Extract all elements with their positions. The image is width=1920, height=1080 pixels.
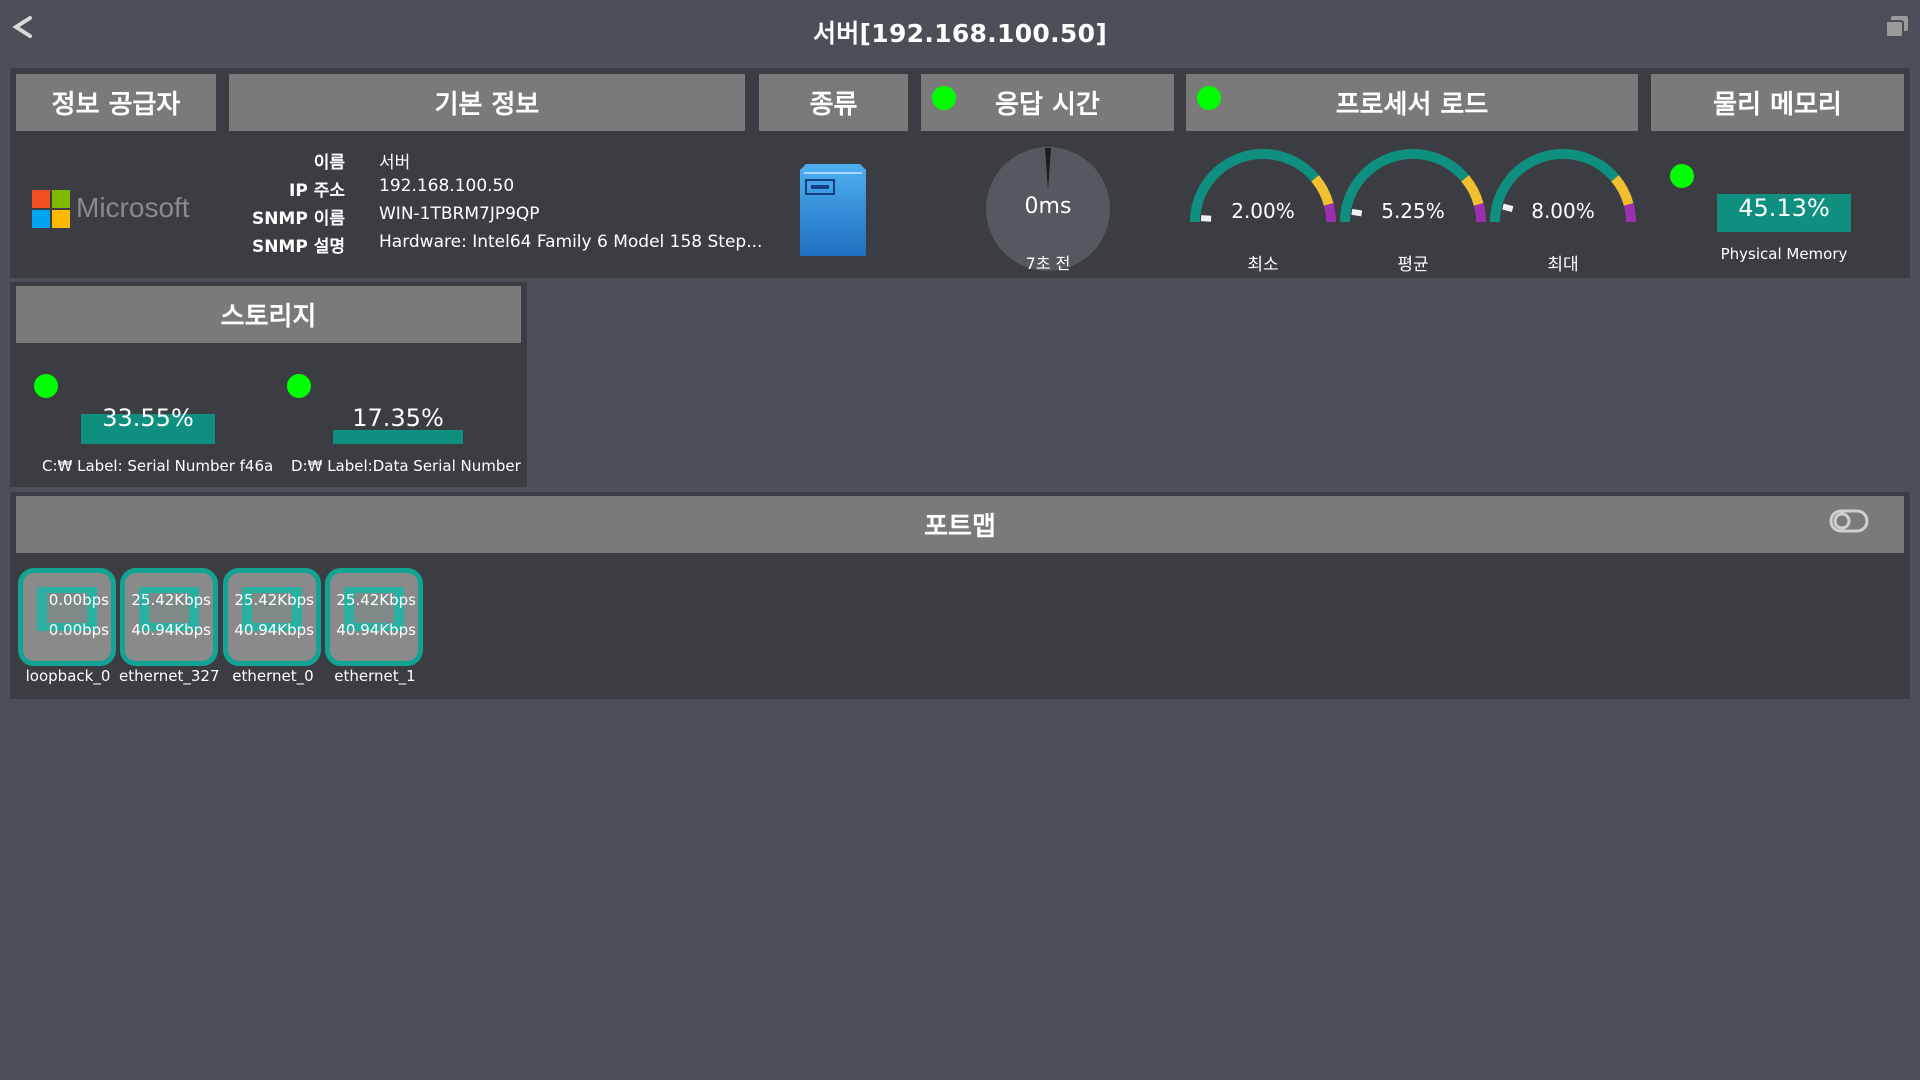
response-time-value: 0ms	[1024, 194, 1072, 219]
top-bar: 서버[192.168.100.50]	[0, 0, 1920, 62]
cpu-avg-value: 5.25%	[1381, 199, 1445, 223]
drive-c-usage-value: 33.55%	[102, 404, 194, 432]
microsoft-logo-text: Microsoft	[76, 192, 190, 223]
type-header: 종류	[759, 74, 908, 131]
drive-d-usage-value: 17.35%	[352, 404, 444, 432]
info-value: Hardware: Intel64 Family 6 Model 158 Ste…	[379, 232, 763, 252]
drive-d-label: D:₩ Label:Data Serial Number	[291, 457, 521, 475]
cpu-min-value: 2.00%	[1231, 199, 1295, 223]
drive-d-status-indicator	[287, 374, 311, 398]
provider-header-label: 정보 공급자	[51, 90, 181, 120]
basic-info-list: 이름 서버 IP 주소 192.168.100.50 SNMP 이름 WIN-1…	[215, 148, 762, 258]
storage-header: 스토리지	[16, 286, 521, 343]
physical-memory-header: 물리 메모리	[1651, 74, 1904, 131]
storage-header-label: 스토리지	[220, 302, 317, 332]
info-value: WIN-1TBRM7JP9QP	[379, 204, 540, 224]
type-header-label: 종류	[809, 90, 858, 120]
drive-c-status-indicator	[34, 374, 58, 398]
processor-load-header: 프로세서 로드	[1186, 74, 1638, 131]
microsoft-logo: Microsoft	[32, 190, 207, 230]
page-title: 서버[192.168.100.50]	[812, 19, 1108, 48]
info-key: IP 주소	[289, 181, 345, 201]
response-time-header: 응답 시간	[921, 74, 1174, 131]
port-ethernet-1[interactable]: 25.42Kbps 40.94Kbps	[325, 568, 423, 666]
port-rx: 25.42Kbps	[131, 591, 211, 609]
port-tx: 0.00bps	[48, 621, 109, 639]
cpu-max-label: 최대	[1547, 255, 1579, 275]
port-rx: 25.42Kbps	[336, 591, 416, 609]
port-map-toggle[interactable]	[1829, 508, 1869, 534]
memory-label: Physical Memory	[1720, 245, 1848, 263]
processor-status-indicator	[1197, 86, 1221, 110]
basic-info-header: 기본 정보	[229, 74, 745, 131]
port-name: loopback_0	[25, 667, 111, 685]
info-key: SNMP 이름	[251, 209, 345, 229]
port-ethernet-32768[interactable]: 25.42Kbps 40.94Kbps	[120, 568, 218, 666]
provider-header: 정보 공급자	[16, 74, 216, 131]
toggle-icon	[1829, 509, 1869, 533]
port-map-header: 포트맵	[16, 496, 1904, 553]
port-rx: 25.42Kbps	[234, 591, 314, 609]
info-value: 서버	[379, 153, 411, 173]
processor-load-header-label: 프로세서 로드	[1335, 90, 1489, 120]
response-time-header-label: 응답 시간	[995, 90, 1100, 120]
memory-usage-value: 45.13%	[1738, 194, 1830, 222]
drive-c-label: C:₩ Label: Serial Number f46a	[42, 457, 274, 475]
port-tx: 40.94Kbps	[131, 621, 211, 639]
server-icon	[800, 160, 866, 256]
port-name: ethernet_0	[232, 667, 314, 685]
port-name: ethernet_32768	[119, 667, 219, 685]
port-name: ethernet_1	[334, 667, 416, 685]
microsoft-logo-icon	[32, 190, 70, 228]
drive-d-usage-bar	[333, 430, 463, 444]
window-restore-button[interactable]	[1884, 14, 1910, 40]
port-ethernet-0[interactable]: 25.42Kbps 40.94Kbps	[223, 568, 321, 666]
port-map-header-label: 포트맵	[924, 512, 996, 542]
cpu-avg-label: 평균	[1397, 255, 1429, 275]
window-restore-icon	[1885, 16, 1908, 38]
basic-info-header-label: 기본 정보	[434, 90, 540, 120]
cpu-min-label: 최소	[1247, 255, 1279, 275]
physical-memory-header-label: 물리 메모리	[1713, 90, 1842, 120]
cpu-max-value: 8.00%	[1531, 199, 1595, 223]
info-value: 192.168.100.50	[379, 176, 515, 196]
port-tx: 40.94Kbps	[234, 621, 314, 639]
response-status-indicator	[932, 86, 956, 110]
port-rx: 0.00bps	[48, 591, 109, 609]
port-tx: 40.94Kbps	[336, 621, 416, 639]
response-time-ago: 7초 전	[1025, 254, 1071, 273]
memory-status-indicator	[1670, 164, 1694, 188]
port-loopback-0[interactable]: 0.00bps 0.00bps	[18, 568, 116, 666]
info-key: 이름	[313, 153, 345, 173]
info-key: SNMP 설명	[251, 237, 345, 257]
